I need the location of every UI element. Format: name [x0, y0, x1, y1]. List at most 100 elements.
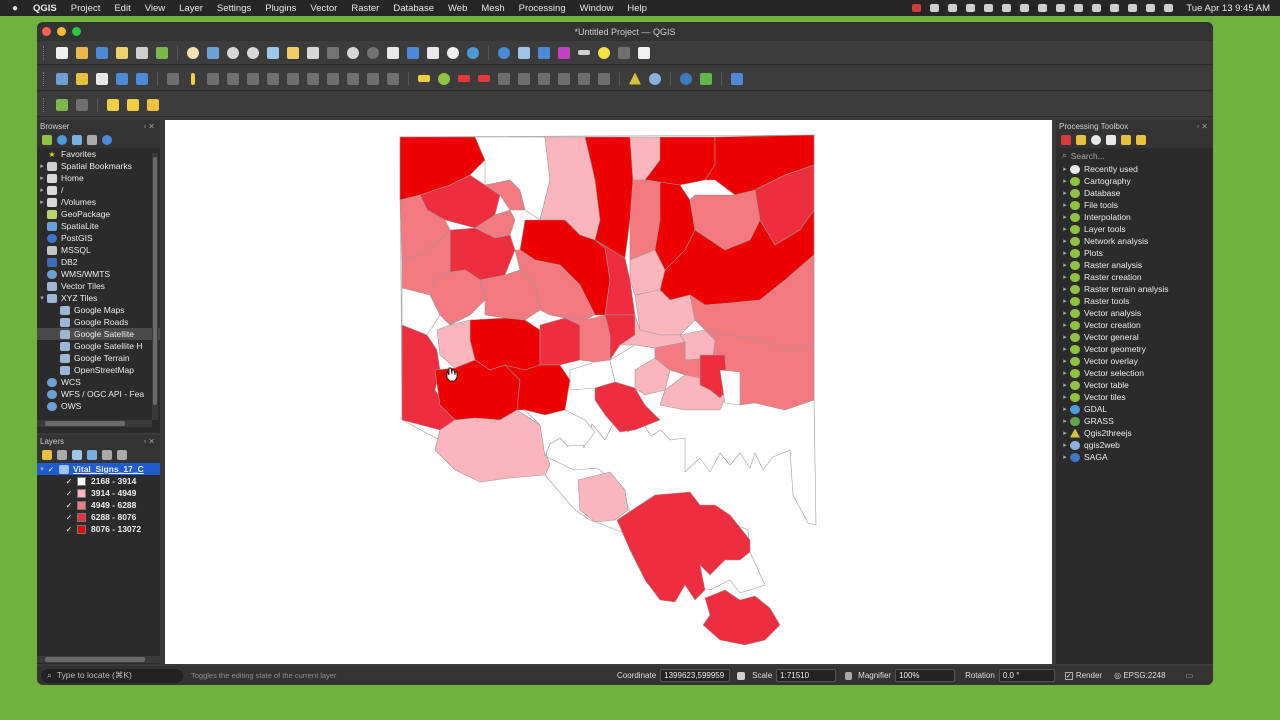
- layer-visibility-checkbox[interactable]: ✓: [47, 465, 55, 474]
- manage-themes-icon[interactable]: [72, 450, 82, 460]
- save-project-icon[interactable]: [94, 45, 110, 61]
- crs-button[interactable]: ◎ EPSG:2248: [1114, 671, 1165, 680]
- cut-features-icon[interactable]: [305, 71, 321, 87]
- expand-arrow-icon[interactable]: ▸: [1060, 189, 1070, 197]
- browser-item[interactable]: Google Satellite H: [37, 340, 160, 352]
- toggle-extents-icon[interactable]: [733, 668, 749, 684]
- qgis2threejs-icon[interactable]: [627, 71, 643, 87]
- legend-class-row[interactable]: ✓ 4949 - 6288: [37, 499, 160, 511]
- browser-item[interactable]: ▸ /Volumes: [37, 196, 160, 208]
- add-layer-icon[interactable]: [42, 135, 52, 145]
- save-as-icon[interactable]: [114, 45, 130, 61]
- menu-raster[interactable]: Raster: [344, 3, 386, 14]
- refresh-icon[interactable]: [465, 45, 481, 61]
- expand-arrow-icon[interactable]: ▸: [1060, 297, 1070, 305]
- filter-browser-icon[interactable]: [72, 135, 82, 145]
- expand-arrow-icon[interactable]: ▾: [37, 294, 47, 302]
- paste-features-icon[interactable]: [345, 71, 361, 87]
- help-icon[interactable]: [729, 71, 745, 87]
- class-visibility-checkbox[interactable]: ✓: [65, 525, 73, 534]
- filter-legend-icon[interactable]: [87, 450, 97, 460]
- style-manager-icon[interactable]: [154, 45, 170, 61]
- browser-item[interactable]: ▸ /: [37, 184, 160, 196]
- modify-attributes-icon[interactable]: [265, 71, 281, 87]
- processing-provider-item[interactable]: ▸ Vector general: [1056, 331, 1213, 343]
- dropbox-icon[interactable]: [948, 4, 958, 12]
- processing-provider-item[interactable]: ▸ Vector geometry: [1056, 343, 1213, 355]
- class-visibility-checkbox[interactable]: ✓: [65, 489, 73, 498]
- user-icon[interactable]: [1128, 4, 1138, 12]
- processing-provider-item[interactable]: ▸ Cartography: [1056, 175, 1213, 187]
- browser-item[interactable]: Google Satellite: [37, 328, 160, 340]
- expand-arrow-icon[interactable]: ▸: [1060, 201, 1070, 209]
- processing-provider-item[interactable]: ▸ GDAL: [1056, 403, 1213, 415]
- processing-provider-item[interactable]: ▸ Vector tiles: [1056, 391, 1213, 403]
- legend-class-row[interactable]: ✓ 3914 - 4949: [37, 487, 160, 499]
- browser-item[interactable]: Google Terrain: [37, 352, 160, 364]
- locator-search[interactable]: ⌕ Type to locate (⌘K): [41, 668, 183, 683]
- collapse-all-icon[interactable]: [87, 135, 97, 145]
- browser-item[interactable]: ▸ Spatial Bookmarks: [37, 160, 160, 172]
- zoom-layer-icon[interactable]: [305, 45, 321, 61]
- toolbar-handle[interactable]: [43, 71, 46, 86]
- expand-arrow-icon[interactable]: ▸: [1060, 357, 1070, 365]
- battery-icon[interactable]: [1092, 4, 1102, 12]
- close-window-icon[interactable]: [42, 27, 51, 36]
- new-layer-icon[interactable]: [74, 71, 90, 87]
- pin-labels-icon[interactable]: [456, 71, 472, 87]
- expand-arrow-icon[interactable]: ▸: [1060, 165, 1070, 173]
- processing-provider-item[interactable]: ▸ SAGA: [1056, 451, 1213, 463]
- bluetooth-icon[interactable]: [1074, 4, 1084, 12]
- processing-provider-item[interactable]: ▸ Plots: [1056, 247, 1213, 259]
- filter-by-expression-icon[interactable]: [102, 450, 112, 460]
- processing-provider-item[interactable]: ▸ Layer tools: [1056, 223, 1213, 235]
- python-console-icon[interactable]: [678, 71, 694, 87]
- map-canvas[interactable]: [165, 120, 1052, 664]
- menu-vector[interactable]: Vector: [303, 3, 344, 14]
- legend-class-row[interactable]: ✓ 6288 - 8076: [37, 511, 160, 523]
- show-bookmarks-icon[interactable]: [425, 45, 441, 61]
- processing-provider-item[interactable]: ▸ Vector analysis: [1056, 307, 1213, 319]
- expand-arrow-icon[interactable]: ▸: [1060, 285, 1070, 293]
- browser-item[interactable]: ★ Favorites: [37, 148, 160, 160]
- menu-processing[interactable]: Processing: [512, 3, 573, 14]
- results-viewer-icon[interactable]: [1106, 135, 1116, 145]
- georeferencer-icon[interactable]: [54, 97, 70, 113]
- expand-arrow-icon[interactable]: ▸: [1060, 441, 1070, 449]
- expand-arrow-icon[interactable]: ▸: [1060, 393, 1070, 401]
- processing-options-icon[interactable]: [1136, 135, 1146, 145]
- print-layout-icon[interactable]: [134, 45, 150, 61]
- expand-arrow-icon[interactable]: ▸: [1060, 345, 1070, 353]
- delete-selected-icon[interactable]: [285, 71, 301, 87]
- properties-icon[interactable]: [102, 135, 112, 145]
- new-temporary-layer-icon[interactable]: [134, 71, 150, 87]
- processing-provider-item[interactable]: ▸ GRASS: [1056, 415, 1213, 427]
- temporal-controller-icon[interactable]: [445, 45, 461, 61]
- plugin-manager-icon[interactable]: [698, 71, 714, 87]
- expand-arrow-icon[interactable]: ▸: [1060, 261, 1070, 269]
- browser-item[interactable]: MSSQL: [37, 244, 160, 256]
- grid-menu-icon[interactable]: [1020, 4, 1030, 12]
- vpn-icon[interactable]: [966, 4, 976, 12]
- zoom-in-icon[interactable]: [225, 45, 241, 61]
- processing-search-input[interactable]: Search...: [1071, 151, 1105, 161]
- layers-hscrollbar[interactable]: [37, 656, 160, 663]
- browser-item[interactable]: Vector Tiles: [37, 280, 160, 292]
- processing-provider-item[interactable]: ▸ Vector selection: [1056, 367, 1213, 379]
- menu-view[interactable]: View: [138, 3, 172, 14]
- upload-icon[interactable]: [1056, 4, 1066, 12]
- scripts-icon[interactable]: [1076, 135, 1086, 145]
- zoom-next-icon[interactable]: [365, 45, 381, 61]
- zoom-last-icon[interactable]: [345, 45, 361, 61]
- browser-item[interactable]: WFS / OGC API - Fea: [37, 388, 160, 400]
- screen-icon[interactable]: [930, 4, 940, 12]
- grid-tool-icon[interactable]: [74, 97, 90, 113]
- measure-icon[interactable]: [576, 45, 592, 61]
- processing-provider-item[interactable]: ▸ qgis2web: [1056, 439, 1213, 451]
- vertex-tool-icon[interactable]: [245, 71, 261, 87]
- processing-provider-item[interactable]: ▸ Interpolation: [1056, 211, 1213, 223]
- browser-scrollbar[interactable]: [152, 153, 158, 420]
- processing-provider-item[interactable]: ▸ Raster terrain analysis: [1056, 283, 1213, 295]
- deselect-features-icon[interactable]: [145, 97, 161, 113]
- browser-hscrollbar[interactable]: [37, 420, 152, 427]
